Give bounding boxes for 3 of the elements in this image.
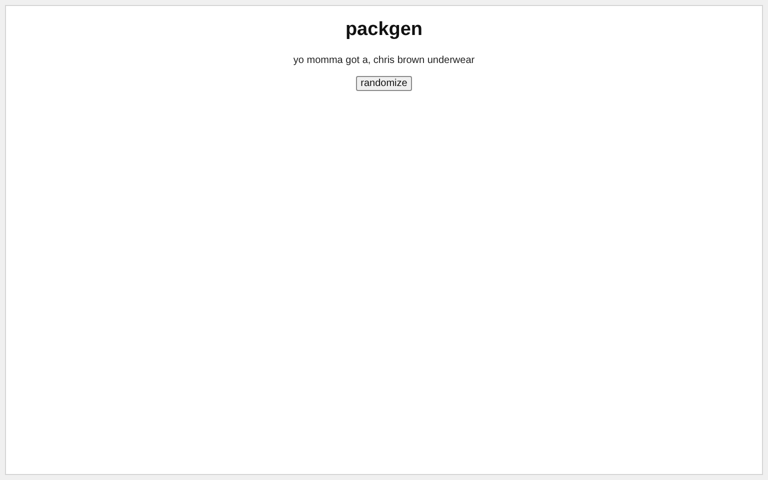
randomize-button[interactable]: randomize xyxy=(356,76,412,91)
generated-sentence: yo momma got a, chris brown underwear xyxy=(293,55,475,67)
page-title: packgen xyxy=(345,19,423,41)
